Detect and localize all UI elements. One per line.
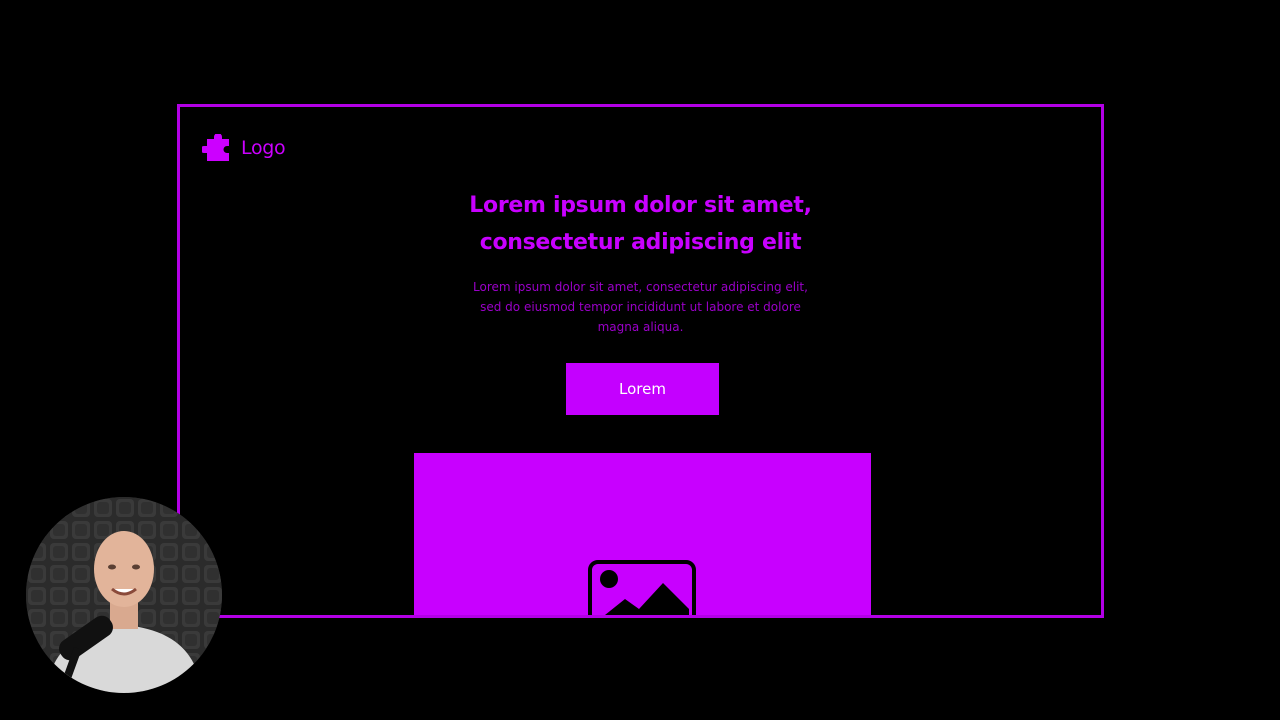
hero-headline: Lorem ipsum dolor sit amet, consectetur … — [180, 187, 1101, 261]
hero-image-placeholder — [414, 453, 871, 615]
logo[interactable]: Logo — [202, 134, 286, 162]
hero-headline-line: Lorem ipsum dolor sit amet, — [469, 193, 812, 218]
hero-description-line: Lorem ipsum dolor sit amet, consectetur … — [473, 280, 808, 294]
video-stage: Logo Lorem ipsum dolor sit amet, consect… — [0, 0, 1280, 720]
hero-headline-line: consectetur adipiscing elit — [479, 230, 802, 255]
cta-button[interactable]: Lorem — [566, 363, 719, 415]
image-placeholder-icon — [587, 559, 697, 615]
hero-description-line: sed do eiusmod tempor incididunt ut labo… — [480, 300, 801, 314]
wireframe-preview: Logo Lorem ipsum dolor sit amet, consect… — [177, 104, 1104, 618]
hero-description-line: magna aliqua. — [597, 320, 684, 334]
puzzle-piece-icon — [202, 134, 235, 162]
presenter-webcam — [26, 497, 222, 693]
logo-text: Logo — [241, 137, 286, 159]
hero-description: Lorem ipsum dolor sit amet, consectetur … — [180, 277, 1101, 337]
